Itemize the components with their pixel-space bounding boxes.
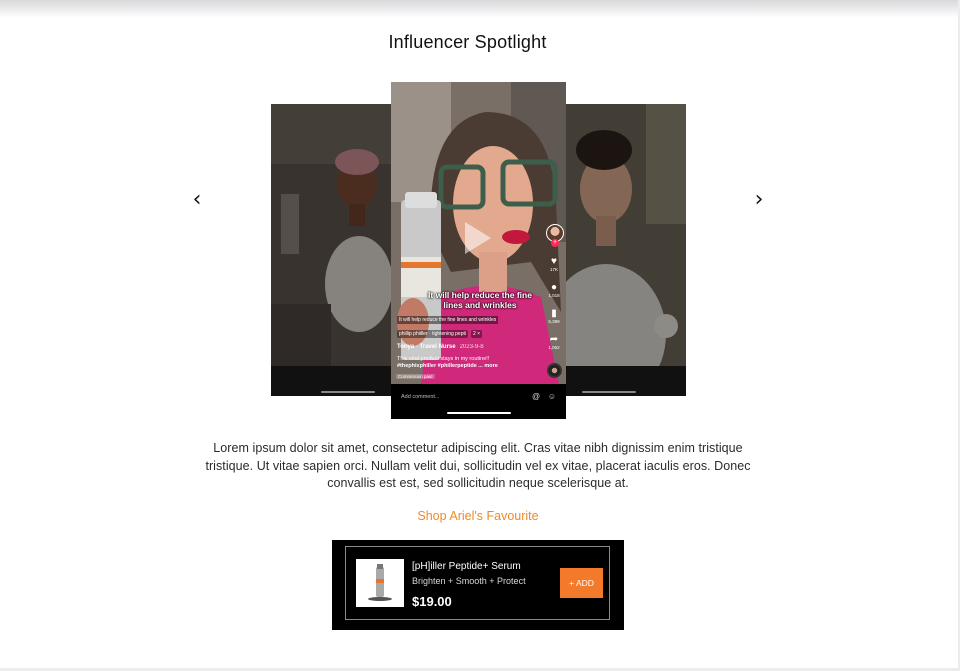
carousel-slide-right[interactable]	[566, 104, 686, 396]
section-title: Influencer Spotlight	[388, 32, 547, 52]
slide-bottom-bar	[566, 366, 686, 396]
page: Influencer Spotlight ‹ › It will help re…	[0, 0, 960, 671]
music-label: phillip phiiller · tightening pepti	[397, 330, 468, 338]
play-button[interactable]	[465, 222, 491, 254]
comment-count: 1,018	[548, 293, 560, 298]
post-date: 2023-9-8	[459, 344, 484, 350]
music-count: 2 ×	[471, 330, 483, 338]
product-price: $19.00	[412, 594, 452, 609]
serum-bottle-icon	[356, 559, 404, 607]
video-sticker-text: It will help reduce the fine lines and w…	[397, 316, 499, 324]
product-image[interactable]	[356, 559, 404, 607]
like-count: 17K	[549, 267, 558, 272]
description-text: This viral product stays in my routine!!	[397, 356, 490, 362]
product-card-inner: [pH]iller Peptide+ Serum Brighten + Smoo…	[345, 546, 610, 620]
slide-dim-overlay	[566, 104, 686, 396]
home-indicator	[447, 412, 511, 414]
music-row: phillip phiiller · tightening pepti 2 ×	[397, 330, 483, 338]
bookmark-icon: ▮	[551, 308, 557, 319]
comment-button[interactable]: ● 1,018	[544, 282, 564, 299]
comment-icon: ●	[550, 282, 558, 293]
share-count: 1,062	[548, 345, 560, 350]
author-name: Tonya · Travel Nurse	[397, 344, 456, 350]
description-hashtags: #thephixphiller #phillerpeptide ... more	[397, 363, 498, 369]
commission-badge: Commission paid	[396, 374, 435, 379]
carousel-next-button[interactable]: ›	[748, 186, 770, 214]
product-name: [pH]iller Peptide+ Serum	[412, 561, 521, 572]
product-tagline: Brighten + Smooth + Protect	[412, 576, 526, 586]
product-card: [pH]iller Peptide+ Serum Brighten + Smoo…	[332, 540, 624, 630]
video-author: Tonya · Travel Nurse 2023-9-8	[397, 344, 484, 350]
carousel-slide-active[interactable]: It will help reduce the fine lines and w…	[391, 82, 566, 419]
add-to-cart-button[interactable]: + ADD	[560, 568, 603, 598]
video-frame[interactable]: It will help reduce the fine lines and w…	[391, 82, 566, 384]
header-shadow	[0, 0, 960, 18]
carousel-prev-button[interactable]: ‹	[186, 186, 208, 214]
save-button[interactable]: ▮ 5,399	[544, 308, 564, 325]
like-button[interactable]: ♥ 17K	[544, 256, 564, 273]
comment-input[interactable]: Add comment...	[401, 394, 440, 400]
video-caption: It will help reduce the fine lines and w…	[428, 290, 532, 310]
heart-icon: ♥	[551, 256, 557, 267]
slide-bottom-bar	[271, 366, 391, 396]
follow-plus-icon[interactable]: +	[551, 239, 559, 247]
save-count: 5,399	[548, 319, 560, 324]
share-button[interactable]: ➦ 1,062	[544, 334, 564, 351]
video-description: This viral product stays in my routine!!…	[397, 356, 515, 370]
share-icon: ➦	[549, 334, 559, 345]
shop-favourite-link[interactable]: Shop Ariel's Favourite	[0, 509, 956, 523]
music-disc-icon[interactable]	[547, 363, 562, 378]
at-icon[interactable]: @	[531, 392, 541, 402]
emoji-icon[interactable]: ☺	[547, 392, 557, 402]
slide-dim-overlay	[271, 104, 391, 396]
carousel-slide-left[interactable]	[271, 104, 391, 396]
spotlight-description: Lorem ipsum dolor sit amet, consectetur …	[205, 441, 751, 490]
